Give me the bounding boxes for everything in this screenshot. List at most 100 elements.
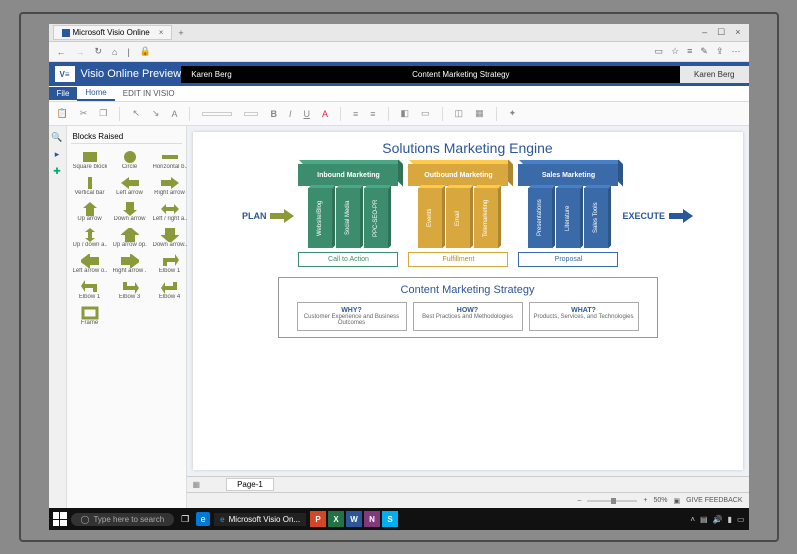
edge-icon[interactable]: e xyxy=(196,512,210,526)
start-button[interactable] xyxy=(53,512,67,526)
shape-stencil[interactable]: Vertical bar xyxy=(71,174,109,198)
zoom-out-icon[interactable]: – xyxy=(577,497,581,504)
pointer-tool-icon[interactable]: ↖ xyxy=(132,108,140,119)
give-feedback-button[interactable]: GIVE FEEDBACK xyxy=(686,497,742,504)
shape-stencil[interactable]: Up / down a... xyxy=(71,226,109,250)
italic-button[interactable]: I xyxy=(289,109,292,119)
taskbar-app-edge[interactable]: eMicrosoft Visio On... xyxy=(214,513,306,526)
arrange-icon[interactable]: ◫ xyxy=(455,108,464,119)
reading-list-icon[interactable]: ≡ xyxy=(687,46,692,57)
shape-stencil[interactable]: Frame xyxy=(71,304,109,328)
maximize-icon[interactable]: ☐ xyxy=(717,27,725,38)
font-color-icon[interactable]: A xyxy=(322,109,328,119)
shape-stencil[interactable]: Left arrow o... xyxy=(71,252,109,276)
zoom-slider[interactable] xyxy=(587,500,637,502)
shape-stencil[interactable]: Left / right a... xyxy=(151,200,189,224)
column-header: Sales Marketing xyxy=(518,164,618,186)
shape-stencil[interactable]: Square block xyxy=(71,148,109,172)
shape-stencil[interactable]: Down arrow... xyxy=(151,226,189,250)
shape-stencil[interactable]: Left arrow xyxy=(111,174,149,198)
more-icon[interactable]: ⋯ xyxy=(732,46,741,57)
taskbar-search[interactable]: ◯ Type here to search xyxy=(71,513,175,526)
add-shapes-icon[interactable]: ✚ xyxy=(53,166,61,177)
canvas-page[interactable]: Solutions Marketing Engine PLAN Inbound … xyxy=(193,132,743,470)
shape-stencil[interactable]: Right arrow xyxy=(151,174,189,198)
share-icon[interactable]: ⇪ xyxy=(716,46,724,57)
star-icon[interactable]: ☆ xyxy=(671,46,679,57)
all-pages-icon[interactable]: ▦ xyxy=(187,480,207,489)
home-icon[interactable]: ⌂ xyxy=(112,47,117,57)
forward-icon[interactable]: → xyxy=(76,47,85,57)
tab-edit-in-visio[interactable]: EDIT IN VISIO xyxy=(115,87,183,100)
taskbar-app-icon[interactable]: X xyxy=(328,511,344,527)
shape-stencil[interactable]: Up arrow xyxy=(71,200,109,224)
shape-stencil[interactable]: Up arrow op... xyxy=(111,226,149,250)
browser-tab[interactable]: Microsoft Visio Online × xyxy=(53,25,173,40)
underline-button[interactable]: U xyxy=(303,109,310,119)
shape-stencil[interactable]: Elbow 3 xyxy=(111,278,149,302)
zoom-in-icon[interactable]: + xyxy=(643,497,647,504)
shape-stencil[interactable]: Elbow 1 xyxy=(151,252,189,276)
bring-front-icon[interactable]: ▦ xyxy=(475,108,484,119)
align-left-icon[interactable]: ≡ xyxy=(353,109,358,119)
styles-icon[interactable]: ✦ xyxy=(509,108,517,119)
notifications-icon[interactable]: ▭ xyxy=(737,515,745,524)
line-color-icon[interactable]: ▭ xyxy=(421,108,430,119)
shape-stencil[interactable]: Elbow 1 xyxy=(71,278,109,302)
text-tool-icon[interactable]: A xyxy=(171,109,177,119)
refresh-icon[interactable]: ↻ xyxy=(95,46,103,57)
battery-icon[interactable]: ▮ xyxy=(728,515,732,524)
notes-icon[interactable]: ✎ xyxy=(700,46,708,57)
shapes-panel-header[interactable]: Blocks Raised xyxy=(71,130,182,144)
shape-label: Up arrow xyxy=(73,216,107,222)
shape-icon xyxy=(81,228,99,242)
volume-icon[interactable]: 🔊 xyxy=(713,515,723,524)
new-tab-button[interactable]: + xyxy=(172,26,189,40)
reading-icon[interactable]: ▭ xyxy=(655,46,664,57)
pillar-block: Literature xyxy=(556,188,580,248)
cms-item: WHAT?Products, Services, and Technologie… xyxy=(529,302,639,331)
pillar-block: PPC-SEO-PR xyxy=(364,188,388,248)
minimize-icon[interactable]: – xyxy=(702,27,707,38)
font-select[interactable] xyxy=(202,112,232,116)
task-view-icon[interactable]: ❐ xyxy=(178,512,192,526)
user-right[interactable]: Karen Berg xyxy=(680,66,748,83)
pillar-block: Email xyxy=(446,188,470,248)
close-tab-icon[interactable]: × xyxy=(159,28,164,37)
diagram-column: Sales Marketing PresentationsLiteratureS… xyxy=(518,164,618,267)
tab-home[interactable]: Home xyxy=(77,86,114,101)
cut-icon[interactable]: ✂ xyxy=(80,108,88,119)
fill-color-icon[interactable]: ◧ xyxy=(401,108,410,119)
shape-label: Square block xyxy=(73,164,107,170)
shape-stencil[interactable]: Down arrow xyxy=(111,200,149,224)
page-tab[interactable]: Page-1 xyxy=(226,478,274,491)
back-icon[interactable]: ← xyxy=(57,47,66,57)
bold-button[interactable]: B xyxy=(270,109,277,119)
search-shapes-icon[interactable]: 🔍 xyxy=(51,132,62,143)
column-header: Outbound Marketing xyxy=(408,164,508,186)
wifi-icon[interactable]: ▤ xyxy=(700,515,708,524)
fit-page-icon[interactable]: ▣ xyxy=(673,497,680,505)
taskbar-app-icon[interactable]: P xyxy=(310,511,326,527)
copy-icon[interactable]: ❐ xyxy=(99,108,107,119)
more-shapes-icon[interactable]: ▸ xyxy=(55,149,60,160)
shape-label: Elbow 3 xyxy=(113,294,147,300)
paste-icon[interactable]: 📋 xyxy=(57,108,68,119)
connector-tool-icon[interactable]: ↘ xyxy=(152,108,160,119)
taskbar-app-icon[interactable]: W xyxy=(346,511,362,527)
tab-file[interactable]: File xyxy=(49,87,78,100)
font-size-select[interactable] xyxy=(244,112,258,116)
tray-up-icon[interactable]: ˄ xyxy=(690,515,695,524)
user-left[interactable]: Karen Berg xyxy=(181,66,241,83)
taskbar-app-icon[interactable]: S xyxy=(382,511,398,527)
taskbar-app-icon[interactable]: N xyxy=(364,511,380,527)
diagram-column: Inbound Marketing Website/BlogSocial Med… xyxy=(298,164,398,267)
pillar-block: Social Media xyxy=(336,188,360,248)
shape-stencil[interactable]: Elbow 4 xyxy=(151,278,189,302)
shape-stencil[interactable]: Horizontal b... xyxy=(151,148,189,172)
align-center-icon[interactable]: ≡ xyxy=(370,109,375,119)
shape-label: Horizontal b... xyxy=(153,164,187,170)
close-window-icon[interactable]: × xyxy=(735,27,740,38)
shape-stencil[interactable]: Circle xyxy=(111,148,149,172)
shape-stencil[interactable]: Right arrow ... xyxy=(111,252,149,276)
